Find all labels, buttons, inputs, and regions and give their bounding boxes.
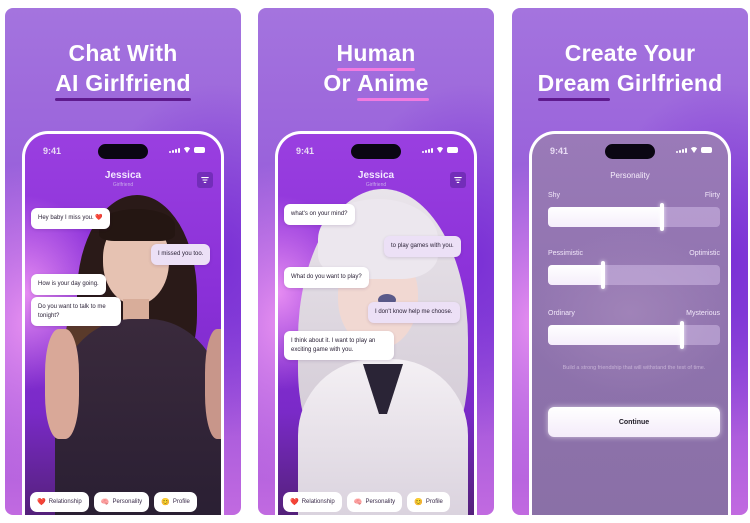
status-icons — [169, 147, 205, 153]
status-bar: 9:41 — [25, 144, 221, 160]
signal-icon — [422, 148, 433, 153]
headline: Chat With AI Girlfriend — [5, 38, 241, 101]
tab-label: Personality — [112, 499, 143, 505]
filter-button[interactable] — [450, 172, 466, 188]
heart-icon: ❤️ — [290, 498, 299, 506]
headline-prefix: Or — [323, 70, 351, 96]
phone-mockup: 9:41 Personality Shy Flirty Pessimistic … — [529, 131, 731, 515]
contact-name: Jessica — [357, 170, 395, 181]
headline-word: Dream — [537, 70, 611, 101]
tab-profile[interactable]: 😊 Profile — [154, 492, 197, 512]
headline-line-1: Chat With — [68, 40, 178, 66]
slider-right-label: Mysterious — [686, 310, 720, 317]
continue-button[interactable]: Continue — [548, 407, 720, 437]
slider-pessimistic-optimistic: Pessimistic Optimistic — [548, 250, 720, 289]
message-user: to play games with you. — [384, 236, 461, 257]
phone-mockup: 9:41 Jessica Girlfriend what's on your m… — [275, 131, 477, 515]
tab-label: Relationship — [48, 499, 82, 505]
slider-left-label: Pessimistic — [548, 250, 584, 257]
filter-icon — [201, 177, 209, 183]
slider-right-label: Optimistic — [689, 250, 720, 257]
status-bar: 9:41 — [278, 144, 474, 160]
tab-label: Profile — [172, 499, 190, 505]
message-ai: How is your day going. — [31, 274, 106, 295]
contact-name: Jessica — [104, 170, 142, 181]
smiley-icon: 😊 — [414, 498, 423, 506]
slider-track[interactable] — [548, 203, 720, 231]
slider-thumb[interactable] — [659, 203, 664, 231]
headline-line-1: Create Your — [564, 40, 696, 66]
headline: Create Your Dream Girlfriend — [512, 38, 748, 101]
filter-icon — [454, 177, 462, 183]
dynamic-island — [351, 144, 401, 159]
headline-line-1: Human — [336, 40, 416, 71]
slider-fill — [548, 265, 604, 285]
battery-icon — [447, 147, 458, 153]
smiley-icon: 😊 — [161, 498, 170, 506]
headline-suffix: Girlfriend — [616, 70, 723, 96]
heart-icon: ❤️ — [37, 498, 46, 506]
status-time: 9:41 — [43, 146, 62, 156]
phone-mockup: 9:41 Jessica Girlfriend Hey baby I miss … — [22, 131, 224, 515]
message-user: I don't know help me choose. — [368, 302, 460, 323]
slider-left-label: Ordinary — [548, 310, 575, 317]
status-time: 9:41 — [550, 146, 569, 156]
dynamic-island — [605, 144, 655, 159]
brain-icon: 🧠 — [353, 498, 363, 506]
slider-track[interactable] — [548, 321, 720, 349]
wifi-icon — [436, 147, 444, 153]
filter-button[interactable] — [197, 172, 213, 188]
contact-subtitle: Girlfriend — [112, 182, 134, 188]
slider-fill — [548, 207, 662, 227]
wifi-icon — [183, 147, 191, 153]
slider-ordinary-mysterious: Ordinary Mysterious — [548, 310, 720, 349]
status-icons — [676, 147, 712, 153]
message-ai: I think about it. I want to play an exci… — [284, 331, 394, 360]
status-bar: 9:41 — [532, 144, 728, 160]
slider-thumb[interactable] — [680, 321, 685, 349]
tab-personality[interactable]: 🧠 Personality — [93, 492, 150, 512]
headline-word: Anime — [357, 70, 429, 101]
screen-title: Personality — [610, 171, 650, 180]
slider-right-label: Flirty — [704, 192, 720, 199]
status-time: 9:41 — [296, 146, 315, 156]
tab-label: Personality — [365, 499, 396, 505]
slider-shy-flirty: Shy Flirty — [548, 192, 720, 231]
dynamic-island — [98, 144, 148, 159]
message-ai: Hey baby I miss you. ❤️ — [31, 208, 110, 229]
hint-text: Build a strong friendship that will with… — [562, 365, 706, 371]
slider-fill — [548, 325, 683, 345]
headline: Human Or Anime — [258, 38, 494, 101]
headline-line-2: AI Girlfriend — [55, 70, 191, 101]
slider-track[interactable] — [548, 261, 720, 289]
tab-relationship[interactable]: ❤️ Relationship — [30, 492, 89, 512]
status-icons — [422, 147, 458, 153]
wifi-icon — [690, 147, 698, 153]
brain-icon: 🧠 — [100, 498, 110, 506]
tab-relationship[interactable]: ❤️ Relationship — [283, 492, 342, 512]
tab-profile[interactable]: 😊 Profile — [407, 492, 450, 512]
signal-icon — [169, 148, 180, 153]
signal-icon — [676, 148, 687, 153]
tab-label: Relationship — [301, 499, 335, 505]
promo-panel-style: Human Or Anime 9:41 Jessica Girlfriend w… — [258, 8, 494, 515]
chat-header: Jessica Girlfriend — [25, 170, 221, 188]
battery-icon — [194, 147, 205, 153]
contact-subtitle: Girlfriend — [365, 182, 387, 188]
message-ai: Do you want to talk to me tonight? — [31, 297, 121, 326]
promo-panel-create: Create Your Dream Girlfriend 9:41 Person… — [512, 8, 748, 515]
bottom-tabs: ❤️ Relationship 🧠 Personality 😊 Profile — [30, 492, 216, 512]
chat-header: Jessica Girlfriend — [278, 170, 474, 188]
promo-panel-chat: Chat With AI Girlfriend 9:41 Jessica Gir… — [5, 8, 241, 515]
message-ai: what's on your mind? — [284, 204, 355, 225]
slider-thumb[interactable] — [601, 261, 606, 289]
bottom-tabs: ❤️ Relationship 🧠 Personality 😊 Profile — [283, 492, 469, 512]
tab-personality[interactable]: 🧠 Personality — [346, 492, 403, 512]
tab-label: Profile — [425, 499, 443, 505]
message-user: I missed you too. — [151, 244, 211, 265]
character-portrait-human — [45, 189, 221, 515]
slider-left-label: Shy — [548, 192, 561, 199]
message-ai: What do you want to play? — [284, 267, 369, 288]
battery-icon — [701, 147, 712, 153]
